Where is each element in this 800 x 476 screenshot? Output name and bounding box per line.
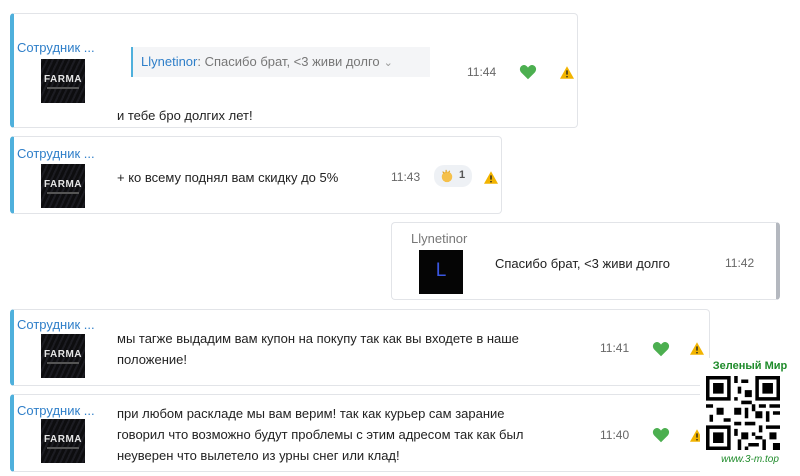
message-time: 11:44 (467, 65, 497, 79)
heart-icon[interactable] (652, 341, 670, 357)
avatar[interactable]: FARMA (41, 164, 85, 208)
author-name[interactable]: Сотрудник ... (17, 40, 95, 55)
message-text-line: мы тагже выдадим вам купон на покупу так… (117, 331, 519, 346)
avatar-logo: FARMA (43, 434, 83, 445)
reply-quote[interactable]: Llynetinor: Спасибо брат, <3 живи долго ⌄ (131, 47, 430, 77)
message-card[interactable]: Сотрудник ... FARMA мы тагже выдадим вам… (10, 309, 710, 386)
message-time: 11:43 (391, 170, 421, 184)
warning-icon[interactable] (690, 342, 704, 355)
ad-title: Зеленый Мир (712, 360, 788, 372)
avatar[interactable]: FARMA (41, 419, 85, 463)
reaction-badge[interactable]: 1 (434, 165, 472, 187)
heart-icon[interactable] (652, 427, 670, 443)
warning-icon[interactable] (560, 66, 574, 79)
message-text: при любом раскладе мы вам верим! так как… (117, 403, 523, 466)
warning-icon[interactable] (484, 171, 498, 184)
message-time: 11:41 (600, 341, 630, 355)
message-time: 11:40 (600, 428, 630, 442)
avatar-logo: FARMA (43, 74, 83, 85)
message-text-line: положение! (117, 352, 188, 367)
reaction-count: 1 (459, 169, 466, 181)
author-name[interactable]: Llynetinor (411, 231, 467, 246)
reply-author: Llynetinor (141, 54, 198, 69)
chevron-down-icon: ⌄ (383, 57, 393, 69)
message-text: мы тагже выдадим вам купон на покупу так… (117, 328, 519, 370)
ad-url: www.3-m.top (721, 454, 779, 465)
message-card[interactable]: Сотрудник ... FARMA Llynetinor: Спасибо … (10, 13, 578, 128)
message-text: и тебе бро долгих лет! (117, 108, 253, 123)
message-card-outgoing[interactable]: Llynetinor L Спасибо брат, <3 живи долго… (391, 222, 780, 300)
message-text: Спасибо брат, <3 живи долго (495, 256, 671, 271)
message-text-line: при любом раскладе мы вам верим! так как… (117, 406, 505, 421)
author-name[interactable]: Сотрудник ... (17, 317, 95, 332)
message-text: + ко всему поднял вам скидку до 5% (117, 170, 339, 185)
message-card[interactable]: Сотрудник ... FARMA при любом раскладе м… (10, 394, 710, 472)
avatar-logo: FARMA (43, 179, 83, 190)
author-name[interactable]: Сотрудник ... (17, 146, 95, 161)
message-text-line: говорил что возможно будут проблемы с эт… (117, 427, 524, 442)
message-card[interactable]: Сотрудник ... FARMA + ко всему поднял ва… (10, 136, 502, 214)
avatar-logo: FARMA (43, 349, 83, 360)
watermark-ad: Зеленый Мир www.3-m.top (700, 358, 800, 476)
qr-code-icon (706, 376, 780, 450)
message-time: 11:42 (725, 256, 755, 270)
avatar[interactable]: FARMA (41, 334, 85, 378)
reply-text: Спасибо брат, <3 живи долго (204, 54, 380, 69)
clap-icon (441, 169, 453, 183)
message-text-line: неуверен что вылетело из урны снег или к… (117, 448, 400, 463)
heart-icon[interactable] (519, 64, 537, 80)
avatar[interactable]: L (419, 250, 463, 294)
avatar-letter: L (435, 260, 447, 281)
avatar[interactable]: FARMA (41, 59, 85, 103)
author-name[interactable]: Сотрудник ... (17, 403, 95, 418)
